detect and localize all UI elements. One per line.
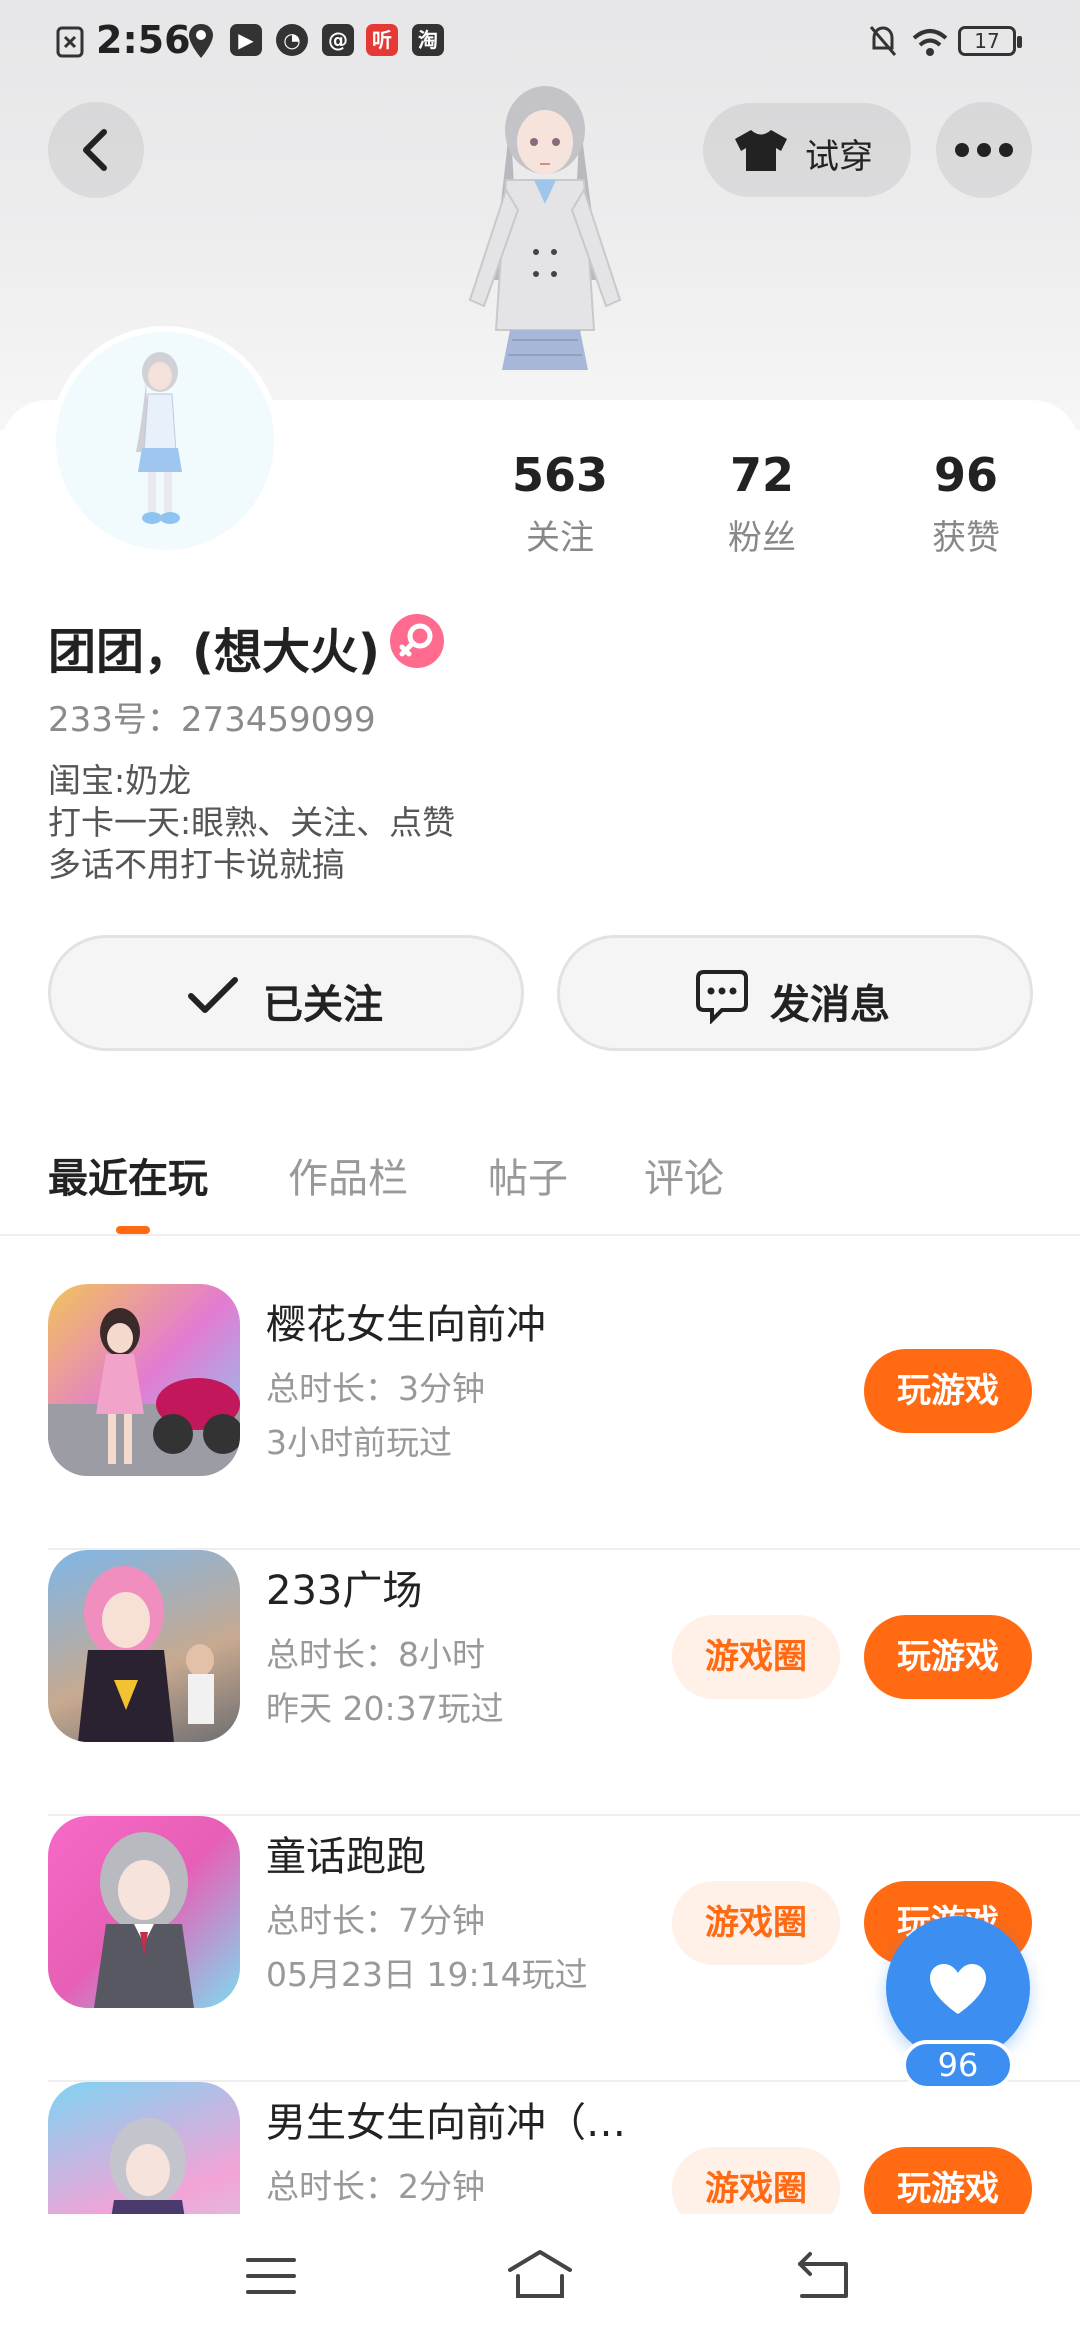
game-last-played: 05月23日 19:14玩过 [266,1955,588,1994]
send-message-label: 发消息 [770,982,890,1028]
status-bar: 2:56 ▶ ◔ @ 听 淘 17 [0,0,1080,90]
mute-icon [869,26,897,56]
avatar[interactable] [50,326,280,556]
speed-icon: ◔ [276,24,308,56]
home-icon[interactable] [504,2248,576,2304]
game-duration: 总时长：2分钟 [266,2167,485,2206]
game-cover-image [78,1566,214,1742]
game-circle-button[interactable]: 游戏圈 [672,2147,840,2214]
game-duration: 总时长：8小时 [266,1635,485,1674]
play-game-button[interactable]: 玩游戏 [864,1615,1032,1699]
play-icon: ▶ [230,24,262,56]
tab-recently-played[interactable]: 最近在玩 [48,1146,208,1204]
try-on-button[interactable]: 试穿 [703,103,911,197]
tab-posts[interactable]: 帖子 [488,1146,568,1204]
stat-followers-value: 72 [729,448,794,502]
stat-likes-label: 获赞 [932,518,1000,558]
battery-indicator: 17 [958,26,1022,56]
system-nav-bar [0,2214,1080,2340]
bio-line: 闺宝:奶龙 [48,761,192,800]
avatar-3d-figure [468,86,622,370]
stat-following-label: 关注 [526,518,594,558]
user-id: 233号：273459099 [48,700,376,740]
try-on-label: 试穿 [805,137,873,177]
game-name: 童话跑跑 [266,1834,426,1880]
game-cover-image [110,2118,186,2214]
game-name: 233广场 [266,1568,423,1614]
game-icon[interactable] [48,1550,240,1742]
bio-line: 多话不用打卡说就搞 [48,845,345,884]
like-count-badge: 96 [902,2040,1014,2090]
game-name: 男生女生向前冲（… [266,2100,626,2146]
checkmark-icon [188,977,238,1013]
follow-button[interactable]: 已关注 [48,935,524,1051]
game-icon[interactable] [48,2082,240,2214]
game-icon[interactable] [48,1816,240,2008]
taobao-icon: 淘 [412,24,444,56]
stat-followers[interactable]: 72 粉丝 [672,448,852,559]
list-item[interactable]: 233广场 总时长：8小时 昨天 20:37玩过 游戏圈 玩游戏 [0,1550,1080,1816]
game-last-played: 3小时前玩过 [266,1423,452,1462]
game-cover-image [48,1308,240,1476]
chat-bubble-icon [696,970,748,1024]
game-last-played: 昨天 20:37玩过 [266,1689,504,1728]
stat-followers-label: 粉丝 [728,518,796,558]
game-duration: 总时长：3分钟 [266,1369,485,1408]
stat-likes[interactable]: 96 获赞 [876,448,1056,559]
stat-following-value: 563 [511,448,609,502]
chevron-left-icon [83,129,107,171]
bio-line: 打卡一天:眼熟、关注、点赞 [48,803,456,842]
like-button[interactable] [886,1916,1030,2060]
game-duration: 总时长：7分钟 [266,1901,485,1940]
stat-likes-value: 96 [933,448,998,502]
ting-icon: 听 [366,24,398,56]
game-name: 樱花女生向前冲 [266,1302,546,1348]
more-button[interactable] [936,102,1032,198]
status-time: 2:56 [96,18,191,62]
wifi-icon [912,29,948,56]
tab-works[interactable]: 作品栏 [288,1146,408,1204]
sim-error-icon [56,26,84,58]
avatar-image [136,352,182,524]
back-nav-icon[interactable] [796,2250,852,2302]
tab-comments[interactable]: 评论 [644,1146,724,1204]
game-circle-button[interactable]: 游戏圈 [672,1881,840,1965]
game-circle-button[interactable]: 游戏圈 [672,1615,840,1699]
menu-icon[interactable] [244,2254,298,2298]
tshirt-icon [735,130,787,171]
list-item[interactable]: 男生女生向前冲（… 总时长：2分钟 游戏圈 玩游戏 [0,2082,1080,2214]
play-game-button[interactable]: 玩游戏 [864,1349,1032,1433]
tab-indicator [116,1226,150,1234]
nickname: 团团，(想大火) [48,624,380,680]
bio: 闺宝:奶龙 打卡一天:眼熟、关注、点赞 多话不用打卡说就搞 [48,760,455,886]
more-dots-icon [955,143,1013,157]
gender-badge [390,614,444,668]
content-tabs: 最近在玩 作品栏 帖子 评论 [0,1140,1080,1236]
back-button[interactable] [48,102,144,198]
follow-label: 已关注 [263,982,383,1028]
game-icon[interactable] [48,1284,240,1476]
play-game-button[interactable]: 玩游戏 [864,2147,1032,2214]
game-cover-image [94,1832,194,2008]
heart-icon [930,1964,986,2014]
list-item[interactable]: 樱花女生向前冲 总时长：3分钟 3小时前玩过 玩游戏 [0,1284,1080,1550]
stat-following[interactable]: 563 关注 [470,448,650,559]
send-message-button[interactable]: 发消息 [557,935,1033,1051]
location-icon [189,24,213,58]
qq-icon: @ [322,24,354,56]
female-icon [399,623,433,657]
